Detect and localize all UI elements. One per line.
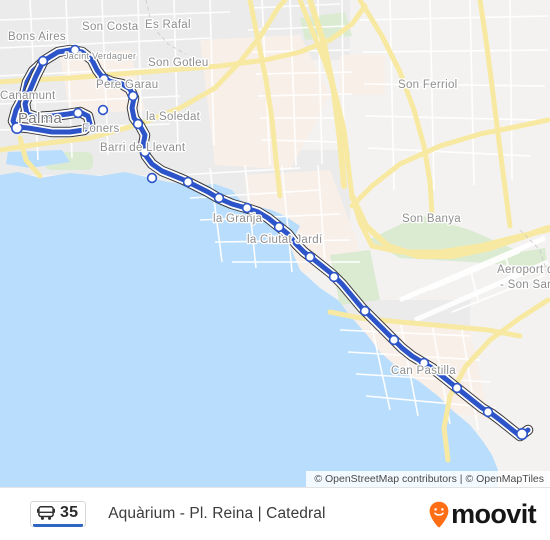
map-label: Jacint Verdaguer: [64, 51, 136, 61]
map-canvas[interactable]: Bons Aires Son Costa Es Rafal Jacint Verdag…: [0, 0, 550, 487]
map-label: Son Banya: [402, 213, 461, 225]
map-label: Son Gotleu: [148, 57, 209, 69]
route-stop: [241, 202, 253, 214]
map-attribution: © OpenStreetMap contributors | © OpenMap…: [306, 471, 550, 487]
map-label: Palma: [18, 110, 62, 127]
map-label: Bons Aires: [8, 31, 66, 43]
route-stop: [132, 118, 144, 130]
route-stop: [388, 334, 400, 346]
route-stop: [359, 305, 371, 317]
map-label: Son Costa: [82, 21, 139, 33]
route-stop: [273, 221, 285, 233]
route-name: Aquàrium - Pl. Reina | Catedral: [108, 505, 326, 522]
map-label: la Granja: [213, 213, 263, 225]
moovit-route-screenshot: Bons Aires Son Costa Es Rafal Jacint Verdag…: [0, 0, 550, 540]
map-label: Barri de Llevant: [100, 142, 186, 154]
map-label: la Soledat: [146, 111, 201, 123]
route-stop: [97, 104, 109, 116]
moovit-pin-icon: [429, 501, 449, 527]
map-label: Can Pastilla: [391, 365, 456, 377]
map-label: Foners: [82, 123, 120, 135]
map-label: Es Rafal: [145, 19, 191, 31]
route-stop: [127, 90, 139, 102]
route-footer-bar: 35 Aquàrium - Pl. Reina | Catedral moovi…: [0, 487, 550, 540]
route-stop: [146, 172, 158, 184]
route-stop: [328, 271, 340, 283]
route-stop: [304, 251, 316, 263]
route-stop: [451, 382, 463, 394]
map-label: Son Ferriol: [398, 79, 458, 91]
route-number: 35: [60, 504, 79, 521]
route-stop-terminus-east: [515, 427, 528, 440]
route-stop: [72, 107, 84, 119]
moovit-logo[interactable]: moovit: [428, 498, 537, 529]
route-stop: [182, 176, 194, 188]
map-label: Pere Garau: [96, 79, 158, 91]
map-label: Canamunt: [0, 90, 56, 102]
moovit-wordmark: moovit: [451, 498, 537, 529]
map-label: Aeroport de: [497, 264, 550, 276]
map-label: - Son Sant: [500, 279, 550, 291]
route-stop: [482, 406, 494, 418]
route-stop: [37, 55, 49, 67]
route-stop: [213, 192, 225, 204]
bus-icon: [37, 506, 55, 520]
route-badge[interactable]: 35: [30, 501, 87, 527]
map-label: la Ciutat Jardí: [247, 234, 323, 246]
